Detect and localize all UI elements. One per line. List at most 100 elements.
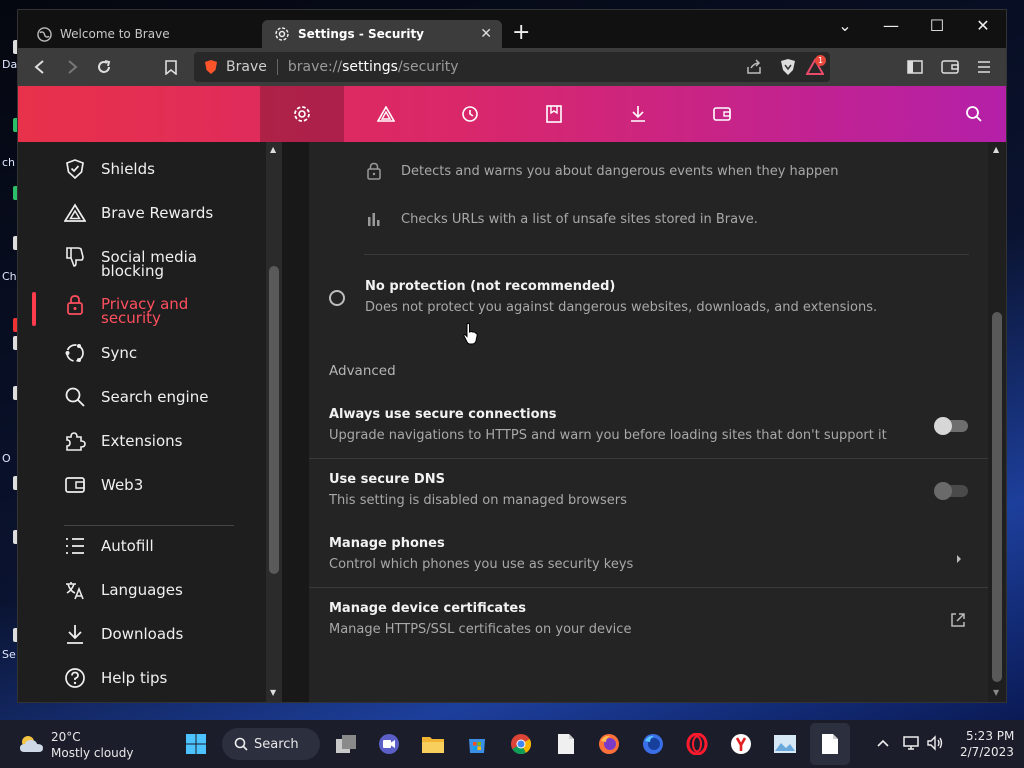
sidebar-item-search-engine[interactable]: Search engine [62,384,208,410]
sidebar-item-sync[interactable]: Sync [62,340,137,366]
browser-toolbar: Brave brave://settings/security 1 [18,48,1006,86]
clock-time[interactable]: 5:23 PM [966,729,1014,743]
wallet-button[interactable] [939,56,961,78]
yandex-icon[interactable] [729,732,753,756]
tab-title: Settings - Security [298,27,425,41]
rewards-triangle-icon[interactable]: 1 [806,55,826,76]
rewards-icon[interactable] [344,86,428,142]
back-button[interactable] [29,56,51,78]
sidebar-item-help-tips[interactable]: Help tips [62,665,167,691]
wallet-icon[interactable] [680,86,764,142]
secure-connections-toggle[interactable] [934,417,968,435]
chevron-up-icon[interactable] [876,735,890,754]
desktop-label[interactable]: ch [2,156,15,169]
lock-icon [366,162,382,184]
sidebar-item-shields[interactable]: Shields [62,156,155,182]
sidebar-item-languages[interactable]: Languages [62,577,183,603]
opera-icon[interactable] [685,732,709,756]
thumbs-down-icon [62,244,88,270]
tab-settings-security[interactable]: Settings - Security ✕ [262,20,502,48]
minimize-button[interactable]: — [876,16,906,35]
sidebar-item-label: Autofill [101,537,154,555]
menu-button[interactable] [973,56,995,78]
desktop-label[interactable]: Se [2,648,16,661]
sidebar-scroll-thumb[interactable] [269,266,279,574]
close-tab-icon[interactable]: ✕ [480,26,492,42]
url-host: settings [342,59,398,75]
notepad-document-icon[interactable] [818,732,842,756]
secure-dns-toggle[interactable] [934,482,968,500]
sidebar-item-brave-rewards[interactable]: Brave Rewards [62,200,213,226]
weather-cloud-icon[interactable] [18,734,46,758]
chevron-right-icon[interactable] [955,549,963,568]
reload-button[interactable] [93,56,115,78]
sidebar-item-label: Privacy and security [101,295,189,327]
task-view-icon[interactable] [334,732,358,756]
clock-date[interactable]: 2/7/2023 [960,745,1014,759]
desktop-label[interactable]: Da [2,58,17,71]
volume-icon[interactable] [926,735,944,755]
scroll-up-icon[interactable]: ▲ [993,145,999,154]
taskbar-search[interactable]: Search [222,728,320,760]
photos-icon[interactable] [773,732,797,756]
bookmarks-icon[interactable] [512,86,596,142]
forward-button[interactable] [61,56,83,78]
sidebar-item-label: Social media blocking [101,248,197,280]
sidebar-toggle-button[interactable] [904,56,926,78]
gear-icon [274,26,290,42]
content-scroll-thumb[interactable] [992,312,1002,682]
divider [309,458,989,459]
content-scrollbar[interactable]: ▲ ▼ [988,142,1006,702]
shields-lion-icon[interactable] [780,58,796,76]
file-explorer-icon[interactable] [421,732,445,756]
weather-description[interactable]: Mostly cloudy [51,746,134,760]
start-windows-icon[interactable] [184,732,208,756]
sidebar-item-label: Extensions [101,432,183,450]
downloads-icon[interactable] [596,86,680,142]
sidebar-item-web3[interactable]: Web3 [62,472,143,498]
rewards-badge: 1 [815,55,826,66]
scroll-up-icon[interactable]: ▲ [270,145,276,154]
settings-content: Detects and warns you about dangerous ev… [282,142,1006,702]
manage-phones-title: Manage phones [329,536,445,551]
no-protection-radio[interactable] [329,290,345,306]
maximize-button[interactable]: ☐ [922,16,952,35]
firefox-icon[interactable] [597,732,621,756]
brave-shield-icon[interactable] [204,59,218,75]
scroll-down-icon[interactable]: ▼ [993,688,999,697]
desktop-label[interactable]: O [2,452,11,465]
sidebar-item-privacy-and-security[interactable]: Privacy and security [62,292,189,327]
share-icon[interactable] [746,59,762,75]
settings-gear-icon[interactable] [260,86,344,142]
external-link-icon[interactable] [950,612,966,632]
close-window-button[interactable]: ✕ [968,16,998,35]
tab-search-chevron-icon[interactable]: ⌄ [830,16,860,35]
checks-description: Checks URLs with a list of unsafe sites … [401,212,758,227]
sidebar-item-label: Brave Rewards [101,204,214,222]
sidebar-scrollbar[interactable]: ▲ ▼ [266,142,282,702]
history-icon[interactable] [428,86,512,142]
meet-camera-icon[interactable] [377,732,401,756]
new-tab-button[interactable]: + [512,22,530,44]
tab-title: Welcome to Brave [60,27,170,41]
scroll-down-icon[interactable]: ▼ [270,688,276,697]
device-certificates-description: Manage HTTPS/SSL certificates on your de… [329,622,632,637]
sidebar-item-downloads[interactable]: Downloads [62,621,183,647]
network-icon[interactable] [902,735,920,755]
microsoft-store-icon[interactable] [465,732,489,756]
sidebar-item-social-media-blocking[interactable]: Social media blocking [62,244,197,280]
sidebar-divider [64,525,234,526]
sidebar-item-label: Sync [101,344,138,362]
weather-temperature[interactable]: 20°C [51,730,81,744]
tab-welcome[interactable]: Welcome to Brave [24,20,258,48]
desktop-label[interactable]: Ch [2,270,17,283]
address-bar[interactable]: Brave brave://settings/security 1 [194,52,830,82]
document-icon[interactable] [554,732,578,756]
url-scheme: brave:// [287,59,343,75]
bookmark-button[interactable] [160,56,182,78]
sidebar-item-autofill[interactable]: Autofill [62,533,154,559]
sidebar-item-extensions[interactable]: Extensions [62,428,182,454]
firefox-dev-icon[interactable] [641,732,665,756]
chrome-icon[interactable] [509,732,533,756]
search-settings-icon[interactable] [932,86,1006,142]
